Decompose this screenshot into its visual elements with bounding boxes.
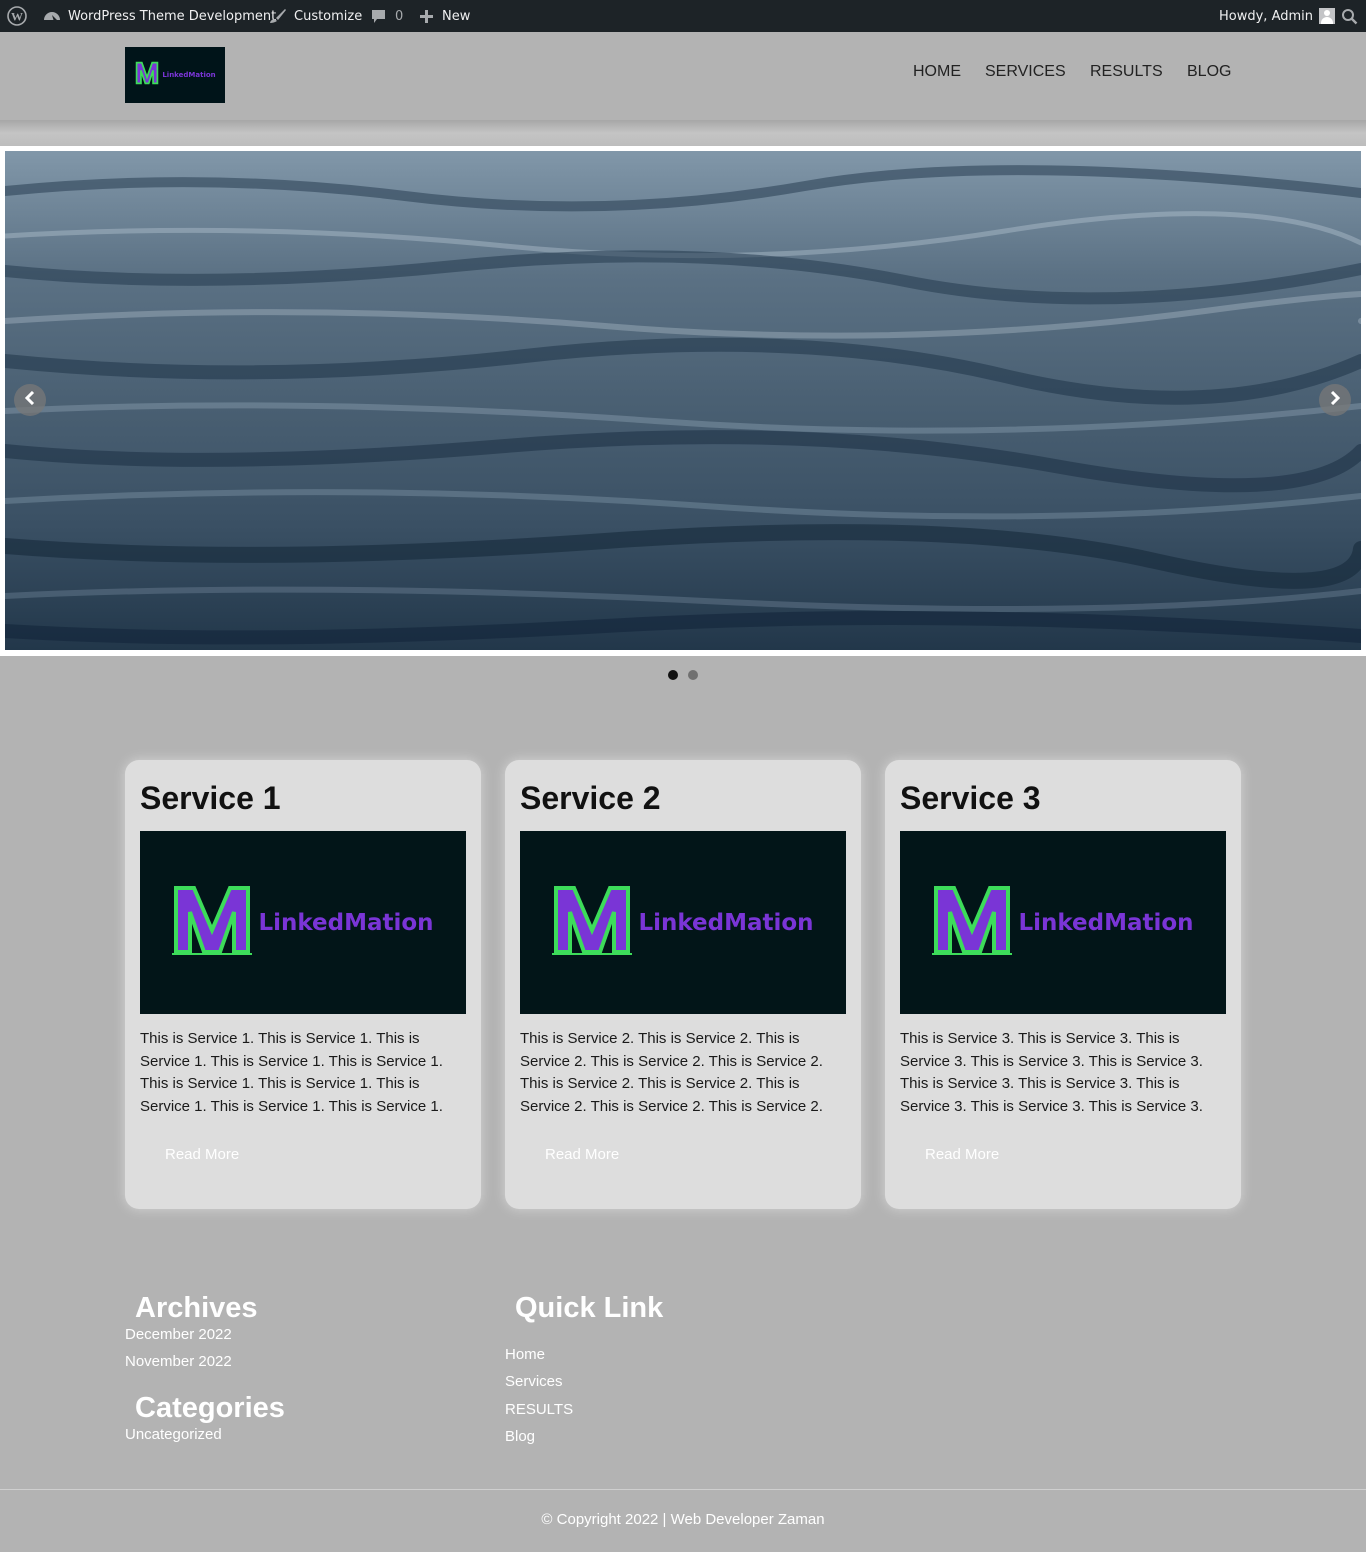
archive-link[interactable]: December 2022 [125, 1326, 232, 1343]
slider-prev-button[interactable] [14, 384, 46, 416]
archive-link[interactable]: November 2022 [125, 1353, 232, 1370]
chevron-left-icon [24, 390, 36, 410]
howdy-label: Howdy, Admin [1219, 8, 1314, 24]
customize-link[interactable]: Customize [269, 0, 362, 32]
service-card: Service 3 LinkedMation This is Service 3… [885, 760, 1241, 1209]
quick-link-services[interactable]: Services [505, 1373, 563, 1390]
chevron-right-icon [1329, 390, 1341, 410]
logo-mark-icon [932, 884, 1013, 961]
copyright-text: © Copyright 2022 | Web Developer Zaman [541, 1511, 825, 1528]
service-image-wordmark: LinkedMation [1018, 909, 1194, 936]
quick-link-title: Quick Link [515, 1292, 664, 1324]
service-description: This is Service 2. This is Service 2. Th… [520, 1030, 823, 1116]
site-name-label: WordPress Theme Development [68, 8, 277, 24]
comments-link[interactable]: 0 [371, 0, 403, 32]
comment-bubble-icon [371, 9, 386, 24]
slider-dot-1[interactable] [668, 670, 678, 680]
logo-wordmark: LinkedMation [162, 71, 216, 79]
hero-slide-image [5, 151, 1361, 650]
slider-dot-2[interactable] [688, 670, 698, 680]
logo-mark-icon [134, 60, 160, 91]
dashboard-icon [43, 8, 61, 24]
new-content-link[interactable]: New [419, 0, 470, 32]
quick-link-results[interactable]: RESULTS [505, 1401, 573, 1418]
site-name-link[interactable]: WordPress Theme Development [43, 0, 276, 32]
site-logo[interactable]: LinkedMation [125, 47, 225, 103]
nav-services[interactable]: SERVICES [985, 62, 1066, 82]
nav-home[interactable]: HOME [913, 62, 961, 82]
service-image: LinkedMation [520, 831, 846, 1014]
comments-count: 0 [395, 8, 404, 24]
service-title: Service 1 [140, 780, 281, 816]
nav-blog[interactable]: BLOG [1187, 62, 1231, 82]
archives-title: Archives [135, 1292, 258, 1324]
plus-icon [419, 9, 434, 24]
categories-title: Categories [135, 1392, 285, 1424]
site-header: LinkedMation HOME SERVICES RESULTS BLOG [0, 32, 1366, 120]
service-description: This is Service 3. This is Service 3. Th… [900, 1030, 1203, 1116]
footer-divider [0, 1489, 1366, 1490]
brush-icon [269, 8, 287, 24]
admin-bar: W WordPress Theme Development Customize … [0, 0, 1366, 32]
nav-results[interactable]: RESULTS [1090, 62, 1163, 82]
service-title: Service 3 [900, 780, 1041, 816]
read-more-button[interactable]: Read More [165, 1146, 239, 1163]
service-card: Service 1 LinkedMation This is Service 1… [125, 760, 481, 1209]
read-more-button[interactable]: Read More [925, 1146, 999, 1163]
customize-label: Customize [294, 8, 363, 24]
read-more-button[interactable]: Read More [545, 1146, 619, 1163]
service-image-wordmark: LinkedMation [258, 909, 434, 936]
service-title: Service 2 [520, 780, 661, 816]
logo-mark-icon [552, 884, 633, 961]
service-image: LinkedMation [140, 831, 466, 1014]
svg-text:W: W [11, 10, 23, 24]
service-image: LinkedMation [900, 831, 1226, 1014]
header-shadow [0, 120, 1366, 146]
slider-next-button[interactable] [1319, 384, 1351, 416]
service-card: Service 2 LinkedMation This is Service 2… [505, 760, 861, 1209]
service-image-wordmark: LinkedMation [638, 909, 814, 936]
my-account-link[interactable]: Howdy, Admin [1219, 0, 1336, 32]
category-link[interactable]: Uncategorized [125, 1426, 222, 1443]
avatar [1319, 8, 1336, 24]
new-label: New [442, 8, 471, 24]
wordpress-logo-icon[interactable]: W [7, 0, 27, 32]
logo-mark-icon [172, 884, 253, 961]
quick-link-blog[interactable]: Blog [505, 1428, 535, 1445]
search-icon[interactable] [1341, 0, 1358, 32]
quick-link-home[interactable]: Home [505, 1346, 545, 1363]
service-description: This is Service 1. This is Service 1. Th… [140, 1030, 443, 1116]
